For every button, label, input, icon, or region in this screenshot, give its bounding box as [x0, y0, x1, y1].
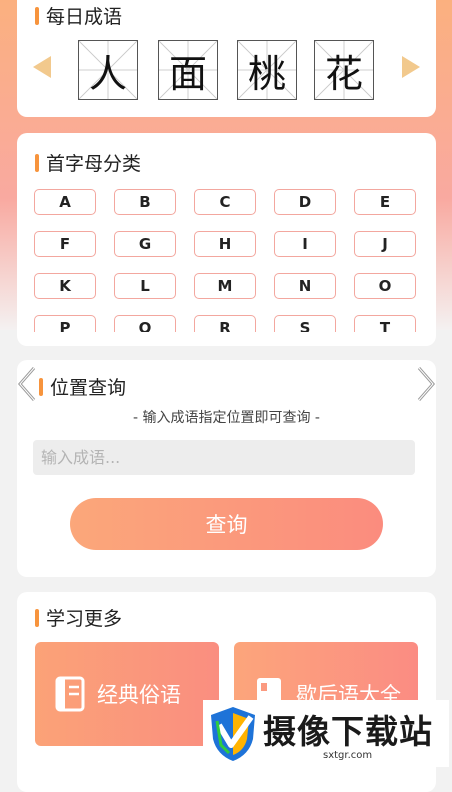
letter-button-a[interactable]: A — [34, 189, 96, 215]
title-accent-bar — [35, 153, 39, 172]
chevron-right-icon[interactable] — [413, 364, 439, 404]
idiom-character-box: 面 — [158, 40, 218, 100]
chevron-left-icon[interactable] — [14, 364, 40, 404]
daily-idiom-card: 每日成语 人 面 桃 花 — [17, 0, 436, 117]
letter-button-g[interactable]: G — [114, 231, 176, 257]
idiom-character: 人 — [88, 51, 127, 96]
idiom-character: 桃 — [247, 51, 286, 96]
letter-button-p[interactable]: P — [34, 315, 96, 332]
next-idiom-arrow-icon[interactable] — [402, 56, 420, 78]
title-accent-bar — [35, 608, 39, 627]
watermark-brand: 摄像下载站 — [263, 712, 433, 751]
letter-grid: ABCDE FGHIJ KLMNO P Q R S T — [34, 189, 418, 332]
idiom-character-box: 花 — [314, 40, 374, 100]
letter-button-h[interactable]: H — [194, 231, 256, 257]
idiom-character-box: 人 — [78, 40, 138, 100]
letter-category-header: 首字母分类 — [35, 149, 141, 176]
feature-label: 经典俗语 — [97, 683, 181, 707]
previous-idiom-arrow-icon[interactable] — [33, 56, 51, 78]
shield-logo-icon — [211, 707, 255, 761]
title-accent-bar — [39, 377, 43, 396]
letter-button-d[interactable]: D — [274, 189, 336, 215]
letter-category-card: 首字母分类 ABCDE FGHIJ KLMNO P Q R S T — [17, 133, 436, 346]
learn-more-header: 学习更多 — [35, 604, 122, 631]
daily-idiom-title: 每日成语 — [46, 6, 123, 28]
letter-button-f[interactable]: F — [34, 231, 96, 257]
letter-button-e[interactable]: E — [354, 189, 416, 215]
daily-idiom-header: 每日成语 — [35, 2, 122, 29]
watermark: 摄像下载站 sxtgr.com — [203, 700, 449, 767]
letter-button-m[interactable]: M — [194, 273, 256, 299]
idiom-character: 花 — [324, 51, 363, 96]
position-query-title: 位置查询 — [50, 377, 127, 399]
letter-button-l[interactable]: L — [114, 273, 176, 299]
book-icon — [55, 676, 85, 712]
query-hint: - 输入成语指定位置即可查询 - — [132, 410, 320, 426]
query-button[interactable]: 查询 — [70, 498, 383, 550]
letter-button-s[interactable]: S — [274, 315, 336, 332]
letter-button-c[interactable]: C — [194, 189, 256, 215]
title-accent-bar — [35, 6, 39, 25]
letter-button-o[interactable]: O — [354, 273, 416, 299]
letter-button-t[interactable]: T — [354, 315, 416, 332]
idiom-character: 面 — [168, 51, 207, 96]
learn-more-title: 学习更多 — [46, 608, 123, 630]
idiom-character-box: 桃 — [237, 40, 297, 100]
letter-button-b[interactable]: B — [114, 189, 176, 215]
classic-sayings-button[interactable]: 经典俗语 — [35, 642, 219, 746]
position-query-card: 位置查询 - 输入成语指定位置即可查询 - 查询 — [17, 360, 436, 577]
letter-button-i[interactable]: I — [274, 231, 336, 257]
letter-button-k[interactable]: K — [34, 273, 96, 299]
letter-button-q[interactable]: Q — [114, 315, 176, 332]
position-query-header: 位置查询 — [39, 373, 126, 400]
letter-button-n[interactable]: N — [274, 273, 336, 299]
letter-button-r[interactable]: R — [194, 315, 256, 332]
letter-category-title: 首字母分类 — [46, 153, 142, 175]
watermark-url: sxtgr.com — [323, 750, 373, 761]
letter-button-j[interactable]: J — [354, 231, 416, 257]
idiom-input[interactable] — [33, 440, 415, 475]
